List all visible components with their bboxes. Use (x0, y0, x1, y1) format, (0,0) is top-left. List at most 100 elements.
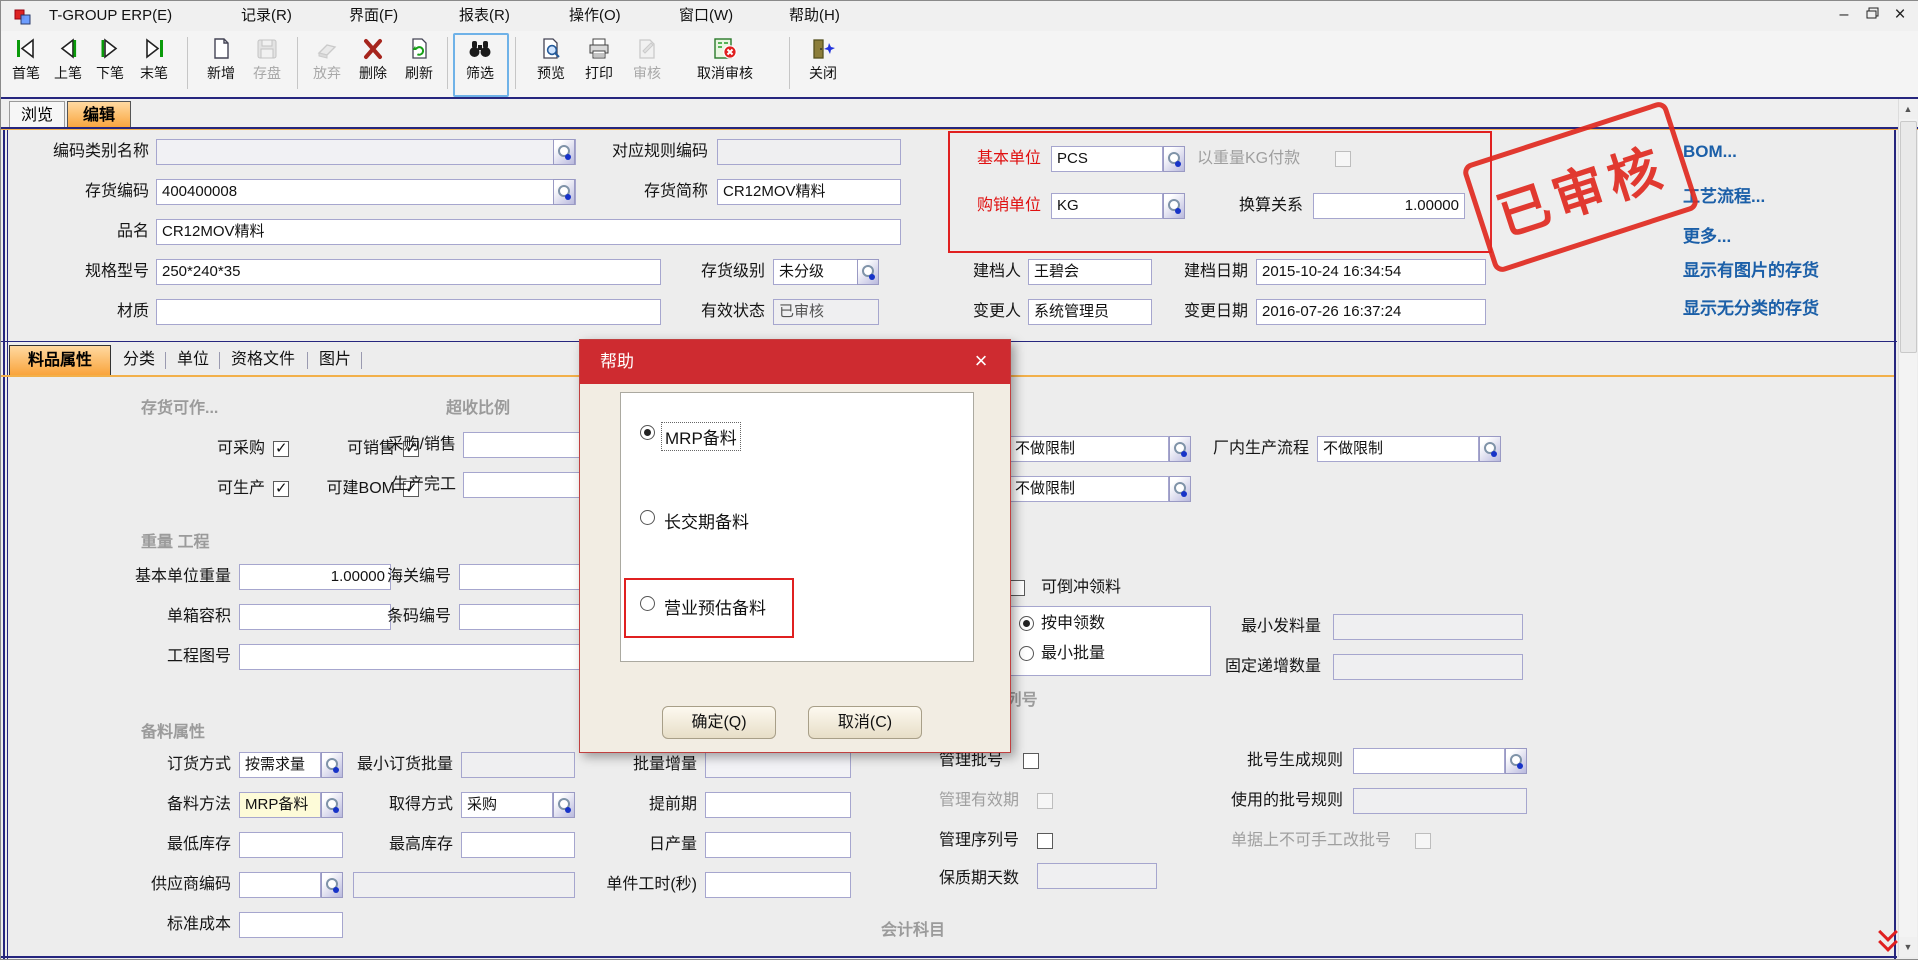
tab-unit[interactable]: 单位 (177, 345, 209, 375)
no-manual-batch-checkbox[interactable] (1415, 833, 1431, 849)
toolbar-filter-button[interactable]: 筛选 (457, 34, 503, 92)
lookup-icon[interactable] (321, 872, 343, 898)
field-limit-2[interactable]: 不做限制 (1009, 476, 1169, 502)
tab-category[interactable]: 分类 (123, 345, 155, 375)
lookup-icon[interactable] (553, 139, 575, 165)
long-lead-option-label[interactable]: 长交期备料 (664, 508, 749, 533)
lookup-icon[interactable] (1163, 146, 1185, 172)
toolbar-next-button[interactable]: 下笔 (90, 34, 130, 92)
menu-help[interactable]: 帮助(H) (785, 5, 844, 27)
toolbar-save-button[interactable]: 存盘 (245, 34, 289, 92)
toolbar-refresh-button[interactable]: 刷新 (397, 34, 441, 92)
toolbar-delete-button[interactable]: 删除 (351, 34, 395, 92)
can-purchase-checkbox[interactable] (273, 441, 289, 457)
restore-button[interactable] (1859, 5, 1885, 27)
link-show-unclassified[interactable]: 显示无分类的存货 (1683, 294, 1819, 319)
tab-edit[interactable]: 编辑 (67, 101, 131, 128)
lookup-icon[interactable] (857, 259, 879, 285)
dialog-close-icon[interactable]: × (966, 340, 996, 384)
field-prep-method[interactable]: MRP备料 (239, 792, 321, 818)
lookup-icon[interactable] (1505, 748, 1527, 774)
menu-window[interactable]: 窗口(W) (675, 5, 737, 27)
menu-operation[interactable]: 操作(O) (565, 5, 625, 27)
field-factory-flow[interactable]: 不做限制 (1317, 436, 1479, 462)
backflush-checkbox[interactable] (1009, 580, 1025, 596)
field-lead-time[interactable] (705, 792, 851, 818)
link-show-with-images[interactable]: 显示有图片的存货 (1683, 256, 1819, 281)
manage-serial-checkbox[interactable] (1037, 833, 1053, 849)
toolbar-preview-button[interactable]: 预览 (529, 34, 573, 92)
minimize-button[interactable]: – (1831, 5, 1857, 27)
toolbar-prev-button[interactable]: 上笔 (48, 34, 88, 92)
min-batch-radio[interactable] (1019, 646, 1034, 661)
link-more[interactable]: 更多... (1683, 222, 1731, 247)
tab-qualification[interactable]: 资格文件 (231, 345, 295, 375)
by-request-radio[interactable] (1019, 616, 1034, 631)
label-supplier: 供应商编码 (129, 872, 231, 898)
field-daily-output[interactable] (705, 832, 851, 858)
lookup-icon[interactable] (321, 792, 343, 818)
label-conversion: 换算关系 (1211, 193, 1303, 219)
toolbar-cancel-audit-button[interactable]: 取消审核 (677, 34, 773, 92)
field-inv-short[interactable]: CR12MOV精料 (717, 179, 901, 205)
toolbar-print-button[interactable]: 打印 (577, 34, 621, 92)
toolbar-audit-button[interactable]: 审核 (625, 34, 669, 92)
next-record-icon (98, 34, 122, 64)
field-std-cost[interactable] (239, 912, 343, 938)
dialog-cancel-button[interactable]: 取消(C) (808, 706, 922, 739)
vertical-scrollbar[interactable]: ▲ ▼ (1898, 99, 1917, 957)
scroll-down-icon[interactable]: ▼ (1899, 937, 1917, 957)
menu-record[interactable]: 记录(R) (237, 5, 296, 27)
toolbar-last-button[interactable]: 末笔 (132, 34, 176, 92)
toolbar-close-button[interactable]: 关闭 (801, 34, 845, 92)
toolbar-add-button[interactable]: 新增 (199, 34, 243, 92)
field-spec[interactable]: 250*240*35 (156, 259, 661, 285)
field-inv-code[interactable]: 400400008 (156, 179, 576, 205)
dialog-ok-button[interactable]: 确定(Q) (662, 706, 776, 739)
dialog-title: 帮助 (580, 340, 1010, 384)
field-unit-time[interactable] (705, 872, 851, 898)
field-max-stock[interactable] (461, 832, 575, 858)
field-category-name[interactable] (156, 139, 576, 165)
field-trade-unit[interactable]: KG (1051, 193, 1163, 219)
label-can-purchase: 可采购 (197, 436, 265, 462)
mrp-option-radio[interactable] (640, 425, 655, 440)
menu-interface[interactable]: 界面(F) (345, 5, 402, 27)
tab-browse[interactable]: 浏览 (9, 101, 65, 128)
field-name[interactable]: CR12MOV精料 (156, 219, 901, 245)
field-order-mode[interactable]: 按需求量 (239, 752, 321, 778)
manage-expiry-checkbox[interactable] (1037, 793, 1053, 809)
can-produce-checkbox[interactable] (273, 481, 289, 497)
field-supplier[interactable] (239, 872, 321, 898)
field-limit-1[interactable]: 不做限制 (1009, 436, 1169, 462)
lookup-icon[interactable] (1169, 436, 1191, 462)
save-icon (255, 34, 279, 64)
lookup-icon[interactable] (1479, 436, 1501, 462)
tab-item-attrs[interactable]: 料品属性 (9, 345, 111, 375)
field-rule-code[interactable] (717, 139, 901, 165)
close-window-button[interactable]: × (1887, 5, 1913, 27)
pay-by-weight-checkbox[interactable] (1335, 151, 1351, 167)
scrollbar-thumb[interactable] (1900, 121, 1917, 353)
toolbar-label: 关闭 (809, 64, 837, 82)
menu-app-title[interactable]: T-GROUP ERP(E) (45, 5, 176, 27)
manage-batch-checkbox[interactable] (1023, 753, 1039, 769)
link-bom[interactable]: BOM... (1683, 142, 1737, 162)
field-base-unit[interactable]: PCS (1051, 146, 1163, 172)
mrp-option-label[interactable]: MRP备料 (662, 423, 740, 450)
field-min-stock[interactable] (239, 832, 343, 858)
long-lead-option-radio[interactable] (640, 510, 655, 525)
lookup-icon[interactable] (553, 792, 575, 818)
field-conversion[interactable]: 1.00000 (1313, 193, 1465, 219)
tab-image[interactable]: 图片 (319, 345, 351, 375)
lookup-icon[interactable] (1169, 476, 1191, 502)
lookup-icon[interactable] (1163, 193, 1185, 219)
field-batch-rule[interactable] (1353, 748, 1505, 774)
lookup-icon[interactable] (553, 179, 575, 205)
field-material[interactable] (156, 299, 661, 325)
scroll-up-icon[interactable]: ▲ (1899, 99, 1917, 119)
menu-report[interactable]: 报表(R) (455, 5, 514, 27)
toolbar-first-button[interactable]: 首笔 (5, 34, 47, 92)
toolbar-discard-button[interactable]: 放弃 (305, 34, 349, 92)
field-acquire-mode[interactable]: 采购 (461, 792, 553, 818)
